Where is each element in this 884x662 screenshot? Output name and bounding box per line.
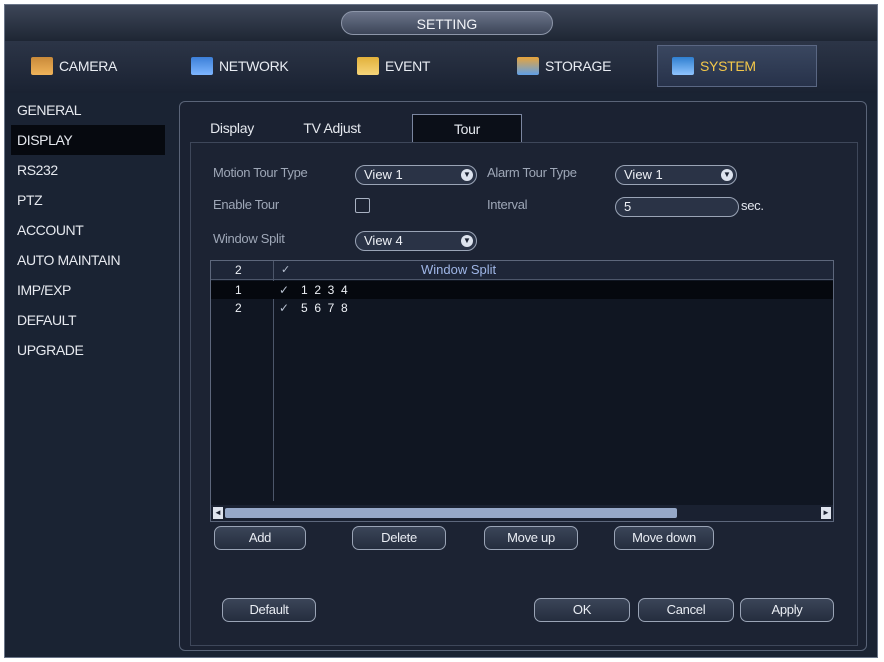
tab-display[interactable]: Display: [192, 114, 272, 142]
alarm-tour-type-select[interactable]: View 1 ▼: [615, 165, 737, 185]
row-index: 2: [235, 301, 242, 315]
tab-camera[interactable]: CAMERA: [25, 45, 155, 87]
horizontal-scrollbar[interactable]: ◄ ►: [211, 505, 833, 521]
tab-network[interactable]: NETWORK: [185, 45, 315, 87]
window-split-select[interactable]: View 4 ▼: [355, 231, 477, 251]
sidebar-item-auto-maintain[interactable]: AUTO MAINTAIN: [11, 245, 165, 275]
enable-tour-checkbox[interactable]: [355, 198, 370, 213]
settings-panel: Display TV Adjust Tour Motion Tour Type …: [179, 101, 867, 651]
scrollbar-thumb[interactable]: [225, 508, 677, 518]
window-title: SETTING: [341, 11, 553, 35]
sidebar: GENERAL DISPLAY RS232 PTZ ACCOUNT AUTO M…: [11, 95, 165, 365]
sidebar-item-rs232[interactable]: RS232: [11, 155, 165, 185]
chevron-down-icon: ▼: [461, 235, 473, 247]
cancel-button[interactable]: Cancel: [638, 598, 734, 622]
move-up-button[interactable]: Move up: [484, 526, 578, 550]
tab-network-label: NETWORK: [219, 58, 289, 74]
sidebar-item-display[interactable]: DISPLAY: [11, 125, 165, 155]
delete-button[interactable]: Delete: [352, 526, 446, 550]
chevron-down-icon: ▼: [721, 169, 733, 181]
table-row[interactable]: 2 ✓ 5 6 7 8: [211, 299, 833, 317]
motion-tour-type-label: Motion Tour Type: [213, 165, 308, 180]
tab-system-label: SYSTEM: [700, 58, 756, 74]
network-icon: [191, 57, 213, 75]
tour-grid: 2 ✓ Window Split 1 ✓ 1 2 3 4 2 ✓ 5 6 7 8…: [210, 260, 834, 522]
sidebar-item-ptz[interactable]: PTZ: [11, 185, 165, 215]
alarm-tour-type-value: View 1: [624, 167, 663, 182]
header-check-icon[interactable]: ✓: [281, 261, 290, 279]
tab-storage-label: STORAGE: [545, 58, 612, 74]
add-button[interactable]: Add: [214, 526, 306, 550]
sidebar-item-general[interactable]: GENERAL: [11, 95, 165, 125]
move-down-button[interactable]: Move down: [614, 526, 714, 550]
event-icon: [357, 57, 379, 75]
sidebar-item-account[interactable]: ACCOUNT: [11, 215, 165, 245]
storage-icon: [517, 57, 539, 75]
row-check-icon[interactable]: ✓: [279, 281, 289, 299]
sidebar-item-default[interactable]: DEFAULT: [11, 305, 165, 335]
motion-tour-type-value: View 1: [364, 167, 403, 182]
interval-label: Interval: [487, 197, 528, 212]
table-row[interactable]: 1 ✓ 1 2 3 4: [211, 281, 833, 299]
sidebar-item-imp-exp[interactable]: IMP/EXP: [11, 275, 165, 305]
scroll-right-icon[interactable]: ►: [821, 507, 831, 519]
default-button[interactable]: Default: [222, 598, 316, 622]
camera-icon: [31, 57, 53, 75]
apply-button[interactable]: Apply: [740, 598, 834, 622]
scroll-left-icon[interactable]: ◄: [213, 507, 223, 519]
tab-storage[interactable]: STORAGE: [511, 45, 651, 87]
row-channels: 5 6 7 8: [301, 301, 348, 315]
interval-input[interactable]: 5: [615, 197, 739, 217]
tab-tv-adjust[interactable]: TV Adjust: [282, 114, 382, 142]
tab-system[interactable]: SYSTEM: [657, 45, 817, 87]
settings-window: SETTING CAMERA NETWORK EVENT STORAGE SYS…: [4, 4, 878, 658]
title-bar: SETTING: [5, 5, 877, 41]
tab-event[interactable]: EVENT: [351, 45, 481, 87]
top-tabs-bar: CAMERA NETWORK EVENT STORAGE SYSTEM: [5, 41, 877, 93]
window-split-value: View 4: [364, 233, 403, 248]
row-check-icon[interactable]: ✓: [279, 299, 289, 317]
interval-unit: sec.: [741, 198, 764, 213]
system-icon: [672, 57, 694, 75]
window-split-label: Window Split: [213, 231, 285, 246]
interval-value: 5: [624, 199, 632, 214]
enable-tour-label: Enable Tour: [213, 197, 279, 212]
grid-header: 2 ✓ Window Split: [211, 261, 833, 280]
ok-button[interactable]: OK: [534, 598, 630, 622]
grid-header-title: Window Split: [421, 262, 497, 277]
row-index: 1: [235, 283, 242, 297]
grid-header-count: 2: [235, 263, 242, 277]
row-channels: 1 2 3 4: [301, 283, 348, 297]
tab-event-label: EVENT: [385, 58, 431, 74]
chevron-down-icon: ▼: [461, 169, 473, 181]
motion-tour-type-select[interactable]: View 1 ▼: [355, 165, 477, 185]
tab-tour[interactable]: Tour: [412, 114, 522, 142]
sidebar-item-upgrade[interactable]: UPGRADE: [11, 335, 165, 365]
tab-camera-label: CAMERA: [59, 58, 118, 74]
alarm-tour-type-label: Alarm Tour Type: [487, 165, 577, 180]
